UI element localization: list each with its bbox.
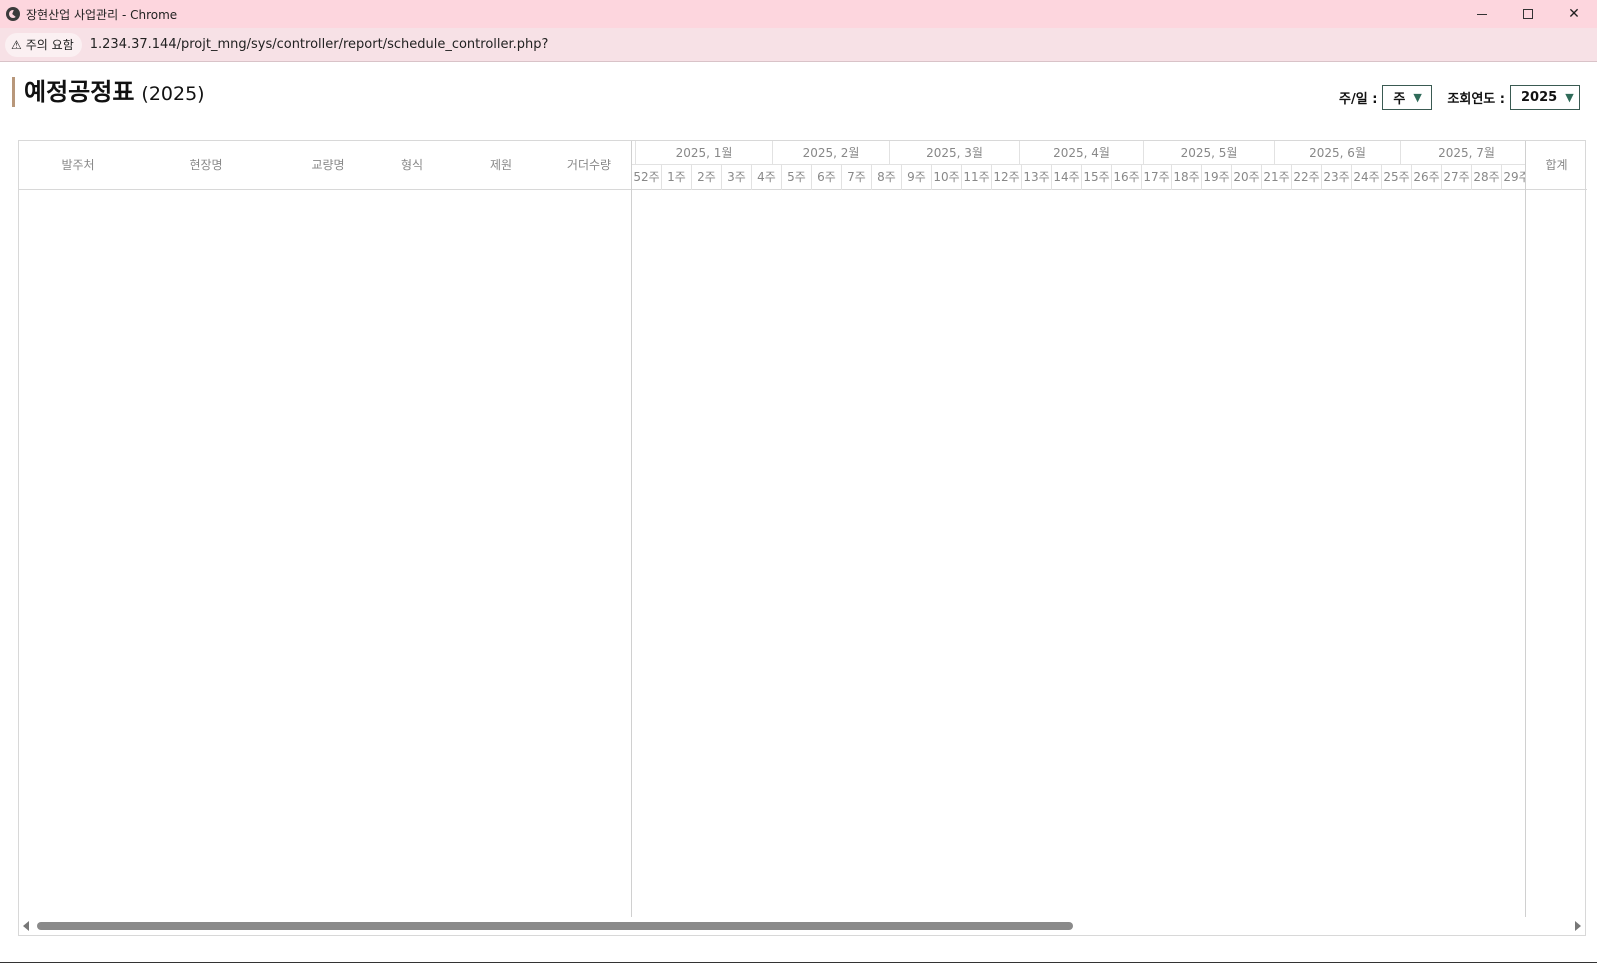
scrollbar-thumb[interactable] <box>37 922 1073 930</box>
month-header: 2025, 3월 <box>890 141 1020 165</box>
schedule-grid: 발주처 현장명 교량명 형식 제원 거더수량 2 2025, 1월 2025, … <box>18 140 1587 936</box>
week-day-select[interactable]: 주 ▼ <box>1382 85 1433 110</box>
week-header: 4주 <box>752 165 782 190</box>
week-header: 5주 <box>782 165 812 190</box>
year-select-value: 2025 <box>1521 90 1558 105</box>
address-bar: ⚠ 주의 요함 1.234.37.144/projt_mng/sys/contr… <box>0 28 1597 62</box>
column-header-spec[interactable]: 제원 <box>443 141 559 189</box>
window-controls: ✕ <box>1459 0 1597 28</box>
globe-icon <box>6 7 20 21</box>
maximize-button[interactable] <box>1505 0 1551 28</box>
week-header: 24주 <box>1352 165 1382 190</box>
week-header: 28주 <box>1472 165 1502 190</box>
week-header: 26주 <box>1412 165 1442 190</box>
week-header: 22주 <box>1292 165 1322 190</box>
week-header: 2주 <box>692 165 722 190</box>
column-header-bridge[interactable]: 교량명 <box>275 141 381 189</box>
warning-icon: ⚠ <box>11 37 22 52</box>
timeline-area[interactable]: 2 2025, 1월 2025, 2월 2025, 3월 2025, 4월 20… <box>631 141 1526 919</box>
week-header: 20주 <box>1232 165 1262 190</box>
month-header: 2025, 4월 <box>1020 141 1144 165</box>
security-warning-chip[interactable]: ⚠ 주의 요함 <box>5 32 82 57</box>
url-text[interactable]: 1.234.37.144/projt_mng/sys/controller/re… <box>90 37 549 52</box>
window-title: 장현산업 사업관리 - Chrome <box>26 7 178 22</box>
column-header-type[interactable]: 형식 <box>381 141 443 189</box>
week-header: 9주 <box>902 165 932 190</box>
week-header: 16주 <box>1112 165 1142 190</box>
column-header-client[interactable]: 발주처 <box>19 141 137 189</box>
week-header: 11주 <box>962 165 992 190</box>
window-bottom-border <box>0 962 1597 963</box>
week-header: 13주 <box>1022 165 1052 190</box>
dropdown-arrow-icon: ▼ <box>1413 91 1422 104</box>
week-header: 27주 <box>1442 165 1472 190</box>
week-header: 15주 <box>1082 165 1112 190</box>
month-header-row: 2 2025, 1월 2025, 2월 2025, 3월 2025, 4월 20… <box>632 141 1525 165</box>
week-header: 3주 <box>722 165 752 190</box>
month-header: 2025, 6월 <box>1275 141 1401 165</box>
week-header: 8주 <box>872 165 902 190</box>
month-header: 2025, 7월 <box>1401 141 1525 165</box>
week-header: 29주 <box>1502 165 1525 190</box>
week-header: 10주 <box>932 165 962 190</box>
security-warning-label: 주의 요함 <box>25 38 74 52</box>
year-select[interactable]: 2025 ▼ <box>1510 85 1580 110</box>
close-button[interactable]: ✕ <box>1551 0 1597 28</box>
week-day-label: 주/일 : <box>1339 92 1378 107</box>
week-header: 6주 <box>812 165 842 190</box>
week-header-row: 52주 1주 2주 3주 4주 5주 6주 7주 8주 9주 10주 11주 12주 13주 14주 15주 1… <box>632 165 1525 190</box>
column-header-total[interactable]: 합계 <box>1526 141 1587 190</box>
scroll-left-icon[interactable] <box>23 921 29 931</box>
week-day-select-value: 주 <box>1393 92 1406 107</box>
week-header: 23주 <box>1322 165 1352 190</box>
maximize-icon <box>1523 9 1533 19</box>
page-content: 예정공정표 (2025) 주/일 : 주 ▼ 조회연도 : 2025 ▼ 발주처… <box>0 63 1597 964</box>
week-header: 52주 <box>632 165 662 190</box>
column-header-girder-qty[interactable]: 거더수량 <box>559 141 619 189</box>
dropdown-arrow-icon: ▼ <box>1565 91 1574 104</box>
minimize-icon <box>1477 13 1487 15</box>
week-header: 12주 <box>992 165 1022 190</box>
year-label: 조회연도 : <box>1447 92 1505 107</box>
page-title-year: (2025) <box>141 83 205 105</box>
horizontal-scrollbar[interactable] <box>19 917 1585 935</box>
scroll-right-icon[interactable] <box>1575 921 1581 931</box>
page-title: 예정공정표 (2025) <box>12 77 205 107</box>
week-header: 21주 <box>1262 165 1292 190</box>
week-header: 1주 <box>662 165 692 190</box>
filter-bar: 주/일 : 주 ▼ 조회연도 : 2025 ▼ <box>1339 85 1580 110</box>
page-title-text: 예정공정표 <box>24 78 135 106</box>
close-icon: ✕ <box>1568 6 1580 22</box>
month-header: 2025, 2월 <box>773 141 890 165</box>
week-header: 14주 <box>1052 165 1082 190</box>
window-titlebar: 장현산업 사업관리 - Chrome ✕ <box>0 0 1597 28</box>
column-header-site[interactable]: 현장명 <box>137 141 275 189</box>
week-header: 19주 <box>1202 165 1232 190</box>
minimize-button[interactable] <box>1459 0 1505 28</box>
month-header: 2025, 5월 <box>1144 141 1275 165</box>
week-header: 18주 <box>1172 165 1202 190</box>
week-header: 25주 <box>1382 165 1412 190</box>
week-header: 17주 <box>1142 165 1172 190</box>
grid-left-header: 발주처 현장명 교량명 형식 제원 거더수량 <box>19 141 631 190</box>
week-header: 7주 <box>842 165 872 190</box>
month-header: 2025, 1월 <box>636 141 773 165</box>
